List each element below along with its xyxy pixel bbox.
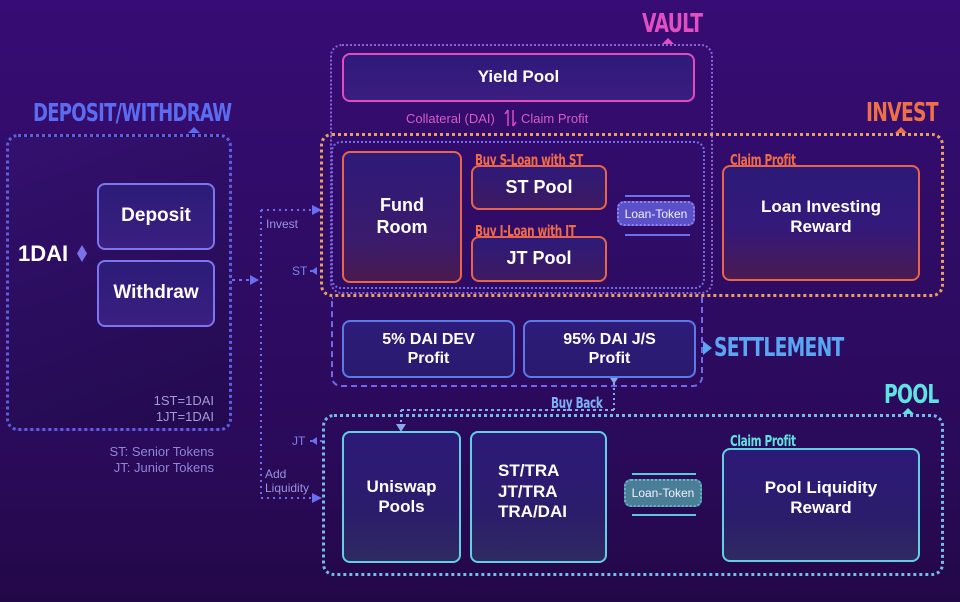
arrow-head bbox=[312, 493, 322, 503]
jt-flow-label: JT bbox=[292, 434, 306, 448]
pool-heading: POOL bbox=[884, 380, 939, 410]
caret-icon bbox=[188, 127, 200, 133]
deposit-button[interactable]: Deposit bbox=[97, 183, 215, 250]
loan-token-back-arrow bbox=[625, 234, 690, 236]
yield-pool-box[interactable]: Yield Pool bbox=[342, 53, 695, 102]
arrow-head bbox=[311, 267, 317, 275]
deposit-label: Deposit bbox=[121, 205, 191, 227]
token-pairs-box[interactable]: ST/TRA JT/TRA TRA/DAI bbox=[470, 431, 607, 563]
invest-loan-token-pill[interactable]: Loan-Token bbox=[617, 201, 695, 226]
pool-loan-token-pill[interactable]: Loan-Token bbox=[624, 479, 702, 507]
vault-claim-profit-label: Claim Profit bbox=[521, 111, 589, 126]
arrow-head bbox=[250, 275, 259, 285]
pair-jt-tra: JT/TRA bbox=[498, 481, 558, 501]
invest-flow-label: Invest bbox=[266, 217, 299, 231]
dai-token-label: 1DAI bbox=[18, 241, 69, 266]
fund-room-box[interactable]: Fund Room bbox=[342, 151, 462, 283]
withdraw-label: Withdraw bbox=[113, 282, 199, 304]
token-legend: ST: Senior Tokens JT: Junior Tokens bbox=[109, 444, 214, 476]
rate-st: 1ST=1DAI bbox=[153, 393, 214, 408]
dev-profit-box[interactable]: 5% DAI DEV Profit bbox=[342, 320, 515, 378]
invest-heading: INVEST bbox=[866, 98, 939, 128]
pair-st-tra: ST/TRA bbox=[498, 461, 560, 481]
deposit-withdraw-heading: DEPOSIT/WITHDRAW bbox=[33, 98, 232, 127]
legend-jt: JT: Junior Tokens bbox=[113, 460, 214, 475]
arrow-head bbox=[703, 341, 712, 355]
st-flow-label: ST bbox=[292, 264, 308, 278]
loan-token-forward-arrow bbox=[625, 195, 690, 197]
pool-loan-token-forward-arrow bbox=[632, 473, 696, 475]
st-pool-box[interactable]: ST Pool bbox=[471, 165, 607, 210]
rate-note: 1ST=1DAI 1JT=1DAI bbox=[154, 393, 214, 425]
legend-st: ST: Senior Tokens bbox=[109, 444, 214, 459]
jt-pool-box[interactable]: JT Pool bbox=[471, 236, 607, 282]
loan-investing-reward-box[interactable]: Loan Investing Reward bbox=[722, 165, 920, 281]
vault-heading: VAULT bbox=[642, 9, 703, 39]
arrow-head bbox=[311, 437, 317, 445]
yield-pool-label: Yield Pool bbox=[477, 67, 560, 87]
pool-liquidity-reward-box[interactable]: Pool Liquidity Reward bbox=[722, 448, 920, 562]
buy-back-label: Buy Back bbox=[551, 394, 603, 412]
withdraw-button[interactable]: Withdraw bbox=[97, 260, 215, 327]
rate-jt: 1JT=1DAI bbox=[155, 409, 214, 424]
pair-tra-dai: TRA/DAI bbox=[498, 502, 567, 522]
uniswap-pools-box[interactable]: Uniswap Pools bbox=[342, 431, 461, 563]
collateral-label: Collateral (DAI) bbox=[406, 111, 495, 126]
add-liquidity-flow-label: Add Liquidity bbox=[265, 467, 310, 495]
settlement-heading: SETTLEMENT bbox=[714, 333, 844, 363]
pool-loan-token-back-arrow bbox=[632, 514, 696, 516]
js-profit-box[interactable]: 95% DAI J/S Profit bbox=[523, 320, 696, 378]
